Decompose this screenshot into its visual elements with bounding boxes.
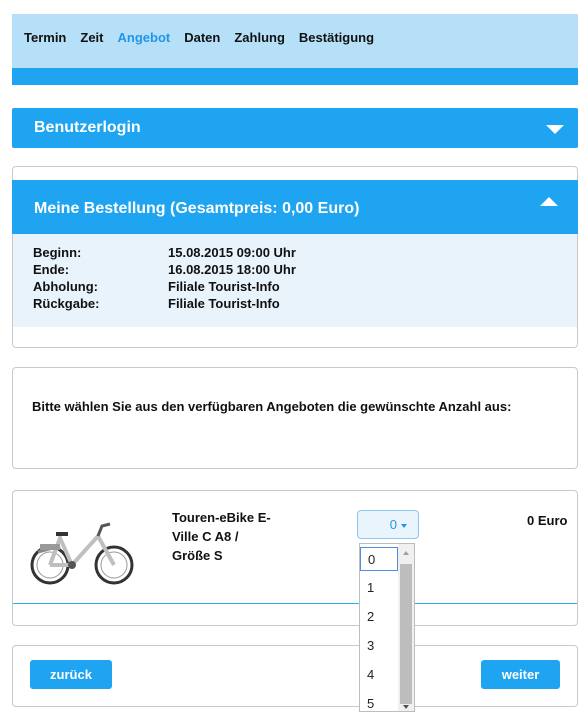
- summary-value: 15.08.2015 09:00 Uhr: [168, 245, 296, 260]
- summary-label: Ende:: [33, 262, 70, 277]
- summary-value: Filiale Tourist-Info: [168, 296, 280, 311]
- quantity-option[interactable]: 5: [360, 692, 398, 711]
- summary-value: 16.08.2015 18:00 Uhr: [168, 262, 296, 277]
- product-name: Touren-eBike E- Ville C A8 / Größe S: [172, 508, 312, 565]
- step-bestaetigung[interactable]: Bestätigung: [299, 30, 374, 45]
- quantity-value: 0: [389, 517, 397, 532]
- product-name-line: Ville C A8 /: [172, 529, 239, 544]
- step-list: Termin Zeit Angebot Daten Zahlung Bestät…: [24, 30, 388, 45]
- step-zeit[interactable]: Zeit: [80, 30, 103, 45]
- product-divider: [13, 603, 577, 604]
- scroll-up-icon[interactable]: [403, 551, 409, 555]
- summary-label: Beginn:: [33, 245, 82, 260]
- next-button[interactable]: weiter: [481, 660, 560, 689]
- order-summary: Beginn: 15.08.2015 09:00 Uhr Ende: 16.08…: [13, 234, 577, 327]
- login-panel-title: Benutzerlogin: [34, 119, 141, 136]
- login-panel-header[interactable]: Benutzerlogin: [12, 108, 578, 148]
- product-price: 0 Euro: [527, 513, 568, 528]
- back-button[interactable]: zurück: [30, 660, 112, 689]
- caret-down-icon: [401, 524, 407, 528]
- summary-row: Abholung: Filiale Tourist-Info: [33, 278, 296, 295]
- instructions-box: [12, 367, 578, 469]
- summary-value: Filiale Tourist-Info: [168, 279, 280, 294]
- quantity-option[interactable]: 1: [360, 576, 398, 600]
- step-termin[interactable]: Termin: [24, 30, 66, 45]
- scroll-down-icon[interactable]: [403, 705, 409, 709]
- step-zahlung[interactable]: Zahlung: [234, 30, 285, 45]
- step-angebot[interactable]: Angebot: [118, 30, 171, 45]
- order-summary-table: Beginn: 15.08.2015 09:00 Uhr Ende: 16.08…: [33, 244, 296, 312]
- product-name-line: Größe S: [172, 548, 223, 563]
- chevron-down-icon: [546, 125, 564, 134]
- quantity-select[interactable]: 0: [357, 510, 419, 539]
- quantity-option[interactable]: 3: [360, 634, 398, 658]
- quantity-option[interactable]: 4: [360, 663, 398, 687]
- dropdown-scrollbar-thumb[interactable]: [400, 564, 412, 704]
- summary-label: Abholung:: [33, 279, 98, 294]
- step-daten[interactable]: Daten: [184, 30, 220, 45]
- bike-image: [28, 510, 138, 593]
- nav-accent-strip: [12, 68, 578, 85]
- order-panel-title: Meine Bestellung (Gesamtpreis: 0,00 Euro…: [34, 200, 360, 217]
- chevron-up-icon: [540, 197, 558, 206]
- summary-row: Beginn: 15.08.2015 09:00 Uhr: [33, 244, 296, 261]
- instructions-text: Bitte wählen Sie aus den verfügbaren Ang…: [32, 399, 512, 414]
- order-panel-header[interactable]: Meine Bestellung (Gesamtpreis: 0,00 Euro…: [12, 180, 578, 234]
- quantity-dropdown-list[interactable]: 0 1 2 3 4 5: [359, 543, 415, 712]
- summary-row: Ende: 16.08.2015 18:00 Uhr: [33, 261, 296, 278]
- quantity-option[interactable]: 2: [360, 605, 398, 629]
- step-navigation: Termin Zeit Angebot Daten Zahlung Bestät…: [12, 14, 578, 85]
- summary-row: Rückgabe: Filiale Tourist-Info: [33, 295, 296, 312]
- quantity-option[interactable]: 0: [360, 547, 398, 571]
- product-name-line: Touren-eBike E-: [172, 510, 271, 525]
- summary-label: Rückgabe:: [33, 296, 100, 311]
